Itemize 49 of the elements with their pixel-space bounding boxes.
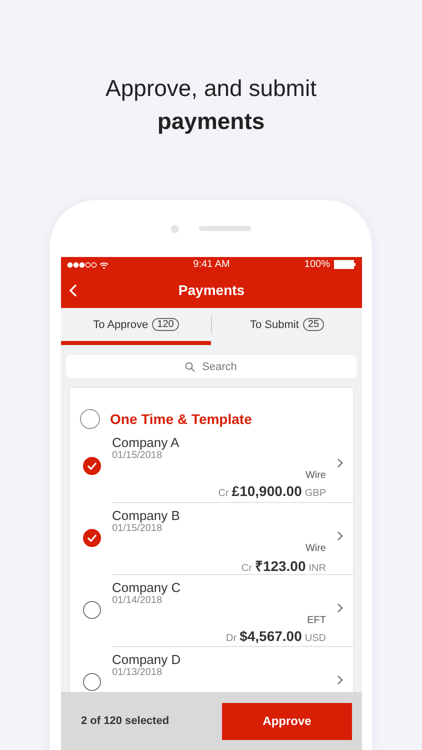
checkmark-icon [87,462,97,470]
search-field[interactable]: Search [66,355,357,378]
payment-date: 01/13/2018 [112,667,164,678]
company-name: Company D [112,652,182,667]
chevron-icon[interactable] [337,603,343,613]
battery-percent: 100% [304,259,330,270]
payment-checkbox[interactable] [83,529,101,547]
payment-type: Wire [305,543,326,554]
currency-code: INR [308,563,326,574]
headline: payments [157,107,265,136]
company-name: Company B [112,508,181,523]
direction-label: Dr [226,633,237,644]
headline: Approve, and submit [106,74,316,103]
checkmark-icon [87,534,97,542]
tab[interactable]: To Submit 25 [212,308,362,345]
currency-code: GBP [304,488,326,499]
currency-code: USD [304,633,326,644]
speaker-icon [199,226,251,231]
payment-date: 01/15/2018 [112,450,164,461]
payment-amount: ₹123.00 [254,557,306,575]
payment-amount: $4,567.00 [240,628,302,644]
chevron-icon[interactable] [337,458,343,468]
count-badge: 25 [302,318,324,331]
count-badge: 120 [152,318,179,331]
payment-type: EFT [307,615,326,626]
payment-checkbox[interactable] [83,673,101,691]
payment-date: 01/15/2018 [112,523,164,534]
company-name: Company C [112,580,182,595]
tab[interactable]: To Approve 120 [61,308,211,345]
payment-date: 01/14/2018 [112,595,164,606]
payment-checkbox[interactable] [83,601,101,619]
signal-icon [67,260,109,268]
chevron-icon[interactable] [337,675,343,685]
approve-button[interactable]: Approve [222,702,352,740]
payment-type: Wire [305,470,326,481]
select-all-checkbox[interactable] [80,409,100,429]
selection-count: 2 of 120 selected [81,715,170,727]
company-name: Company A [112,435,180,450]
payment-amount: £10,900.00 [232,483,302,499]
chevron-icon[interactable] [337,531,343,541]
group-title: One Time & Template [110,411,252,427]
direction-label: Cr [218,488,229,499]
direction-label: Cr [241,563,252,574]
back-icon[interactable] [69,284,77,297]
status-time: 9:41 AM [193,259,230,270]
camera-icon [171,224,179,232]
screen-title: Payments [178,282,245,298]
battery-icon [334,260,356,269]
payment-checkbox[interactable] [83,457,101,475]
